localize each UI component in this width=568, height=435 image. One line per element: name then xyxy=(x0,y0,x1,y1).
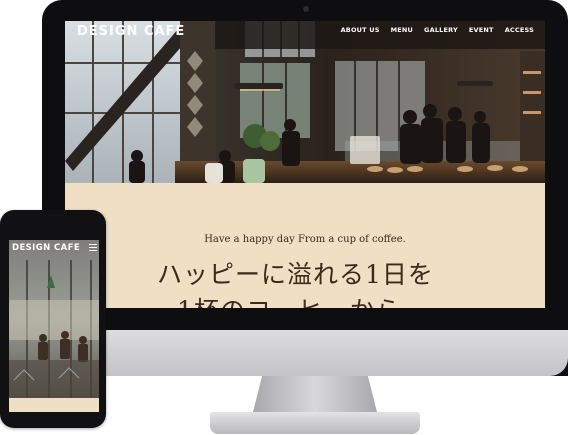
mobile-site-logo[interactable]: DESIGN CAFE xyxy=(12,243,80,253)
mobile-screen: DESIGN CAFE xyxy=(9,240,99,412)
main-nav: ABOUT US MENU GALLERY EVENT ACCESS xyxy=(341,26,545,34)
mobile-cafe-photo xyxy=(9,240,99,412)
desktop-screen: DESIGN CAFE ABOUT US MENU GALLERY EVENT … xyxy=(65,21,545,308)
hero-heading-line2: 1杯のコーヒーから xyxy=(177,291,402,308)
nav-about-us[interactable]: ABOUT US xyxy=(341,26,380,34)
hero-heading-line1: ハッピーに溢れる1日を xyxy=(157,260,434,289)
nav-event[interactable]: EVENT xyxy=(469,26,494,34)
hamburger-icon[interactable] xyxy=(89,244,97,251)
hero-image: DESIGN CAFE ABOUT US MENU GALLERY EVENT … xyxy=(65,21,545,183)
monitor-stand-base xyxy=(210,412,420,434)
webcam-icon xyxy=(303,6,309,12)
mobile-phone: DESIGN CAFE xyxy=(0,210,106,428)
monitor-chin xyxy=(42,330,568,376)
nav-menu[interactable]: MENU xyxy=(391,26,413,34)
intro-section: Have a happy day From a cup of coffee. ハ… xyxy=(65,183,545,308)
site-logo[interactable]: DESIGN CAFE xyxy=(77,24,185,39)
monitor-stand xyxy=(252,376,378,416)
tagline: Have a happy day From a cup of coffee. xyxy=(204,234,406,245)
nav-gallery[interactable]: GALLERY xyxy=(424,26,458,34)
nav-access[interactable]: ACCESS xyxy=(505,26,534,34)
cafe-interior-photo xyxy=(65,21,545,183)
